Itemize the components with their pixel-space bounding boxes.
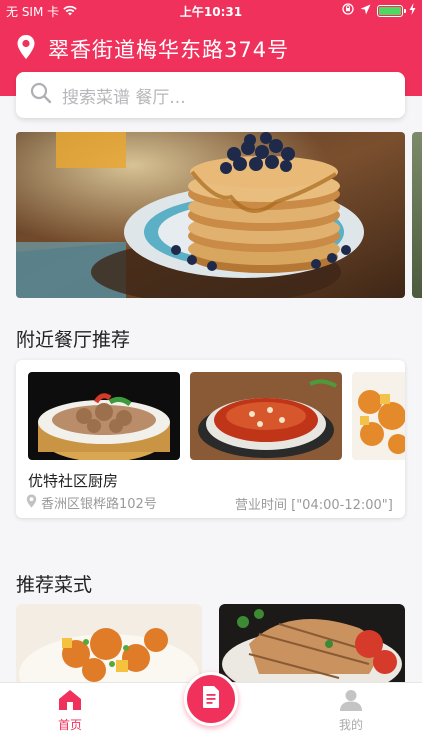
battery-icon xyxy=(377,4,406,17)
dish-image-1 xyxy=(16,604,202,684)
status-right xyxy=(342,3,416,18)
document-icon xyxy=(201,685,221,713)
tab-mine[interactable]: 我的 xyxy=(311,689,391,733)
tab-mine-label: 我的 xyxy=(338,718,363,732)
location-address: 翠香街道梅华东路374号 xyxy=(48,38,290,62)
restaurant-name: 优特社区厨房 xyxy=(28,472,119,490)
orientation-lock-icon xyxy=(342,3,354,18)
status-bar: 无 SIM 卡 上午10:31 xyxy=(0,0,422,22)
dish-card-2[interactable] xyxy=(219,604,405,684)
banner-pancake-image xyxy=(16,132,405,298)
recommended-section-title: 推荐菜式 xyxy=(16,574,93,596)
restaurant-image-3 xyxy=(352,372,405,460)
home-icon xyxy=(58,690,82,714)
restaurant-address-row: 香洲区银桦路102号 xyxy=(26,493,157,512)
restaurant-hours: 营业时间 ["04:00-12:00"] xyxy=(235,498,393,513)
app-screen: 无 SIM 卡 上午10:31 翠香街道梅华东路374号 搜索菜谱 餐厅... … xyxy=(0,0,422,750)
tab-home[interactable]: 首页 xyxy=(30,689,110,733)
charging-icon xyxy=(409,3,416,18)
tab-home-label: 首页 xyxy=(57,718,82,732)
location-pin-icon xyxy=(26,494,37,512)
location-pin-icon xyxy=(16,34,36,64)
banner-carousel[interactable] xyxy=(16,132,405,298)
center-action-button[interactable] xyxy=(184,672,238,726)
restaurant-image-1 xyxy=(28,372,180,460)
banner-next-slide[interactable] xyxy=(412,132,422,298)
user-icon xyxy=(339,690,363,714)
restaurant-image-2 xyxy=(190,372,342,460)
search-bar[interactable]: 搜索菜谱 餐厅... xyxy=(16,72,405,118)
search-icon xyxy=(30,82,52,108)
restaurant-address: 香洲区银桦路102号 xyxy=(41,497,157,512)
dish-image-2 xyxy=(219,604,405,684)
location-arrow-icon xyxy=(360,4,371,18)
restaurant-card[interactable]: 优特社区厨房 香洲区银桦路102号 营业时间 ["04:00-12:00"] xyxy=(16,360,405,518)
search-placeholder: 搜索菜谱 餐厅... xyxy=(62,87,186,108)
nearby-section-title: 附近餐厅推荐 xyxy=(16,329,131,351)
location-bar[interactable]: 翠香街道梅华东路374号 xyxy=(16,34,289,64)
dish-card-1[interactable] xyxy=(16,604,202,684)
